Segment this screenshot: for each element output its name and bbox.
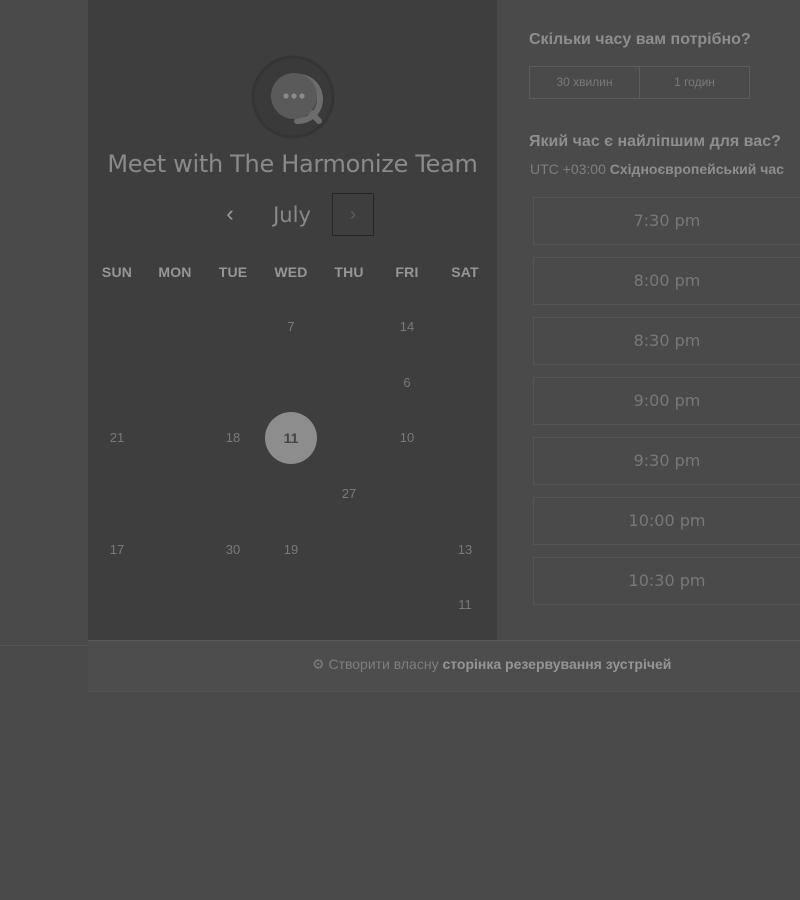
calendar-day[interactable]: 10	[387, 428, 427, 448]
time-slot-button[interactable]: 9:00 pm	[533, 377, 800, 425]
weekday-wed: WED	[274, 264, 308, 280]
meeting-title: Meet with The Harmonize Team	[107, 150, 478, 178]
time-slot-button[interactable]: 8:00 pm	[533, 257, 800, 305]
create-booking-page-link[interactable]: ⚙ Створити власну сторінка резервування …	[312, 656, 671, 673]
footer-prefix: Створити власну	[328, 656, 439, 672]
calendar-day[interactable]: 18	[213, 428, 253, 448]
calendar-day[interactable]: 30	[213, 540, 253, 560]
time-slot-button[interactable]: 9:30 pm	[533, 437, 800, 485]
timezone-offset: UTC +03:00	[530, 161, 606, 177]
weekday-thu: THU	[334, 264, 364, 280]
timezone-label: UTC +03:00 Східноєвропейський час	[530, 161, 784, 177]
time-question: Який час є найліпшим для вас?	[529, 133, 781, 150]
calendar-day[interactable]: 19	[271, 540, 311, 560]
time-slot-button[interactable]: 10:30 pm	[533, 557, 800, 605]
duration-30-min-button[interactable]: 30 хвилин	[530, 67, 639, 98]
next-month-button[interactable]: ›	[332, 193, 374, 236]
weekday-tue: TUE	[218, 264, 248, 280]
team-logo	[251, 55, 335, 139]
footer-bold-link: сторінка резервування зустрічей	[442, 656, 672, 672]
divider-line	[0, 645, 88, 646]
time-slot-button[interactable]: 7:30 pm	[533, 197, 800, 245]
calendar-day[interactable]: 6	[387, 373, 427, 393]
calendar-day[interactable]: 21	[97, 428, 137, 448]
calendar-day-selected[interactable]: 11	[265, 412, 317, 464]
weekday-sat: SAT	[451, 264, 479, 280]
chat-bubble-logo-icon	[251, 55, 335, 139]
duration-1-hour-button[interactable]: 1 годин	[639, 67, 749, 98]
calendar-day[interactable]: 7	[271, 317, 311, 337]
calendar-day[interactable]: 27	[329, 484, 369, 504]
duration-selector: 30 хвилин 1 годин	[529, 66, 750, 99]
weekday-mon: MON	[158, 264, 192, 280]
hubspot-sprocket-icon: ⚙	[312, 656, 325, 672]
month-label: July	[273, 203, 311, 227]
time-slot-button[interactable]: 8:30 pm	[533, 317, 800, 365]
weekday-sun: SUN	[101, 264, 133, 280]
time-slot-button[interactable]: 10:00 pm	[533, 497, 800, 545]
calendar-day[interactable]: 13	[445, 540, 485, 560]
duration-question: Скільки часу вам потрібно?	[529, 31, 751, 48]
prev-month-button[interactable]: ‹	[218, 198, 242, 232]
timezone-name[interactable]: Східноєвропейський час	[610, 161, 784, 177]
calendar-day[interactable]: 14	[387, 317, 427, 337]
weekday-fri: FRI	[395, 264, 419, 280]
calendar-day[interactable]: 11	[445, 595, 485, 615]
calendar-day[interactable]: 17	[97, 540, 137, 560]
